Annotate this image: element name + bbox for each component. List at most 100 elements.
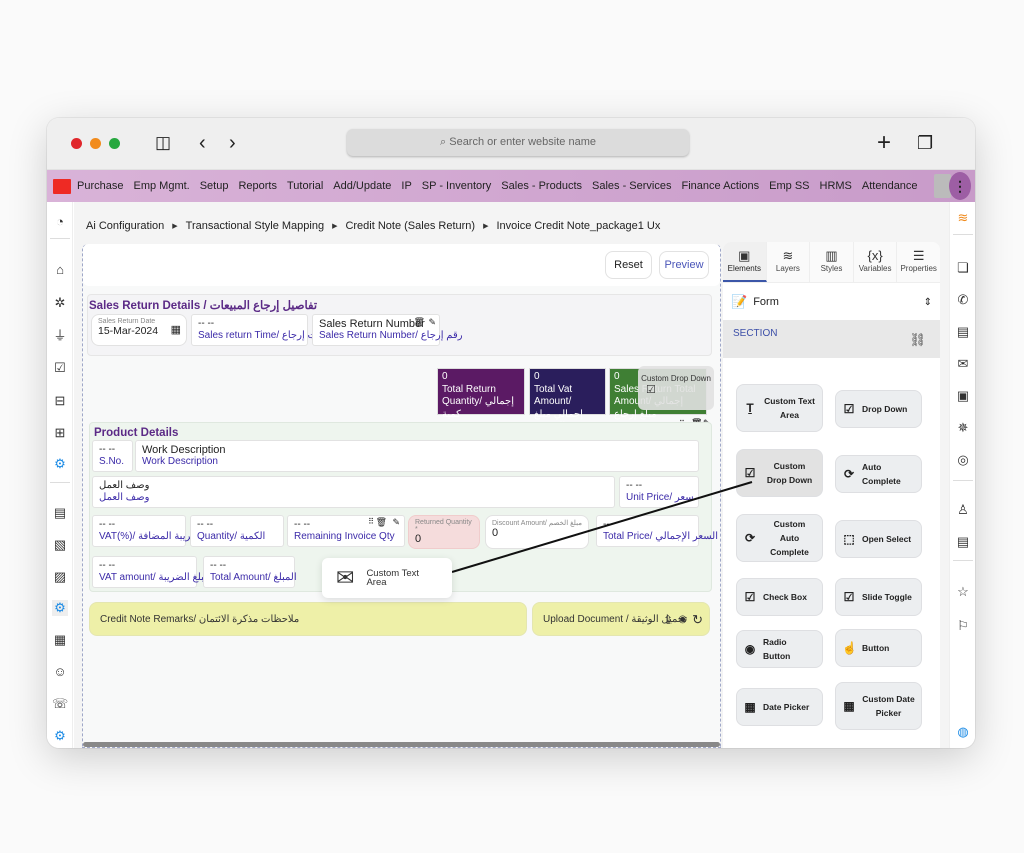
upload-document-field[interactable]: Upload Document / تحميل الوثيقة ⇪ ◉ ↻ [532,602,710,636]
phone-document-icon[interactable]: ☏ [52,696,68,712]
menu-sales-services[interactable]: Sales - Services [592,180,671,192]
element-drop-down[interactable]: ☑ Drop Down [835,390,922,428]
sales-return-number-field[interactable]: Sales Return Number Sales Return Number/… [312,314,463,346]
menu-setup[interactable]: Setup [200,180,229,192]
tabs-overview-icon[interactable]: ❐ [917,132,933,154]
store-icon[interactable]: ⊞ [52,425,68,441]
vat-percent-field[interactable]: -- -- VAT(%)/ الضريبة المضافة [92,515,206,547]
network-icon[interactable]: ✲ [52,295,68,311]
element-custom-date-picker[interactable]: ▦ Custom Date Picker [835,682,922,730]
work-description-field[interactable]: Work Description Work Description [135,440,699,472]
horizontal-scrollbar[interactable] [83,742,720,747]
briefcase-chart-icon[interactable]: ▨ [52,569,68,585]
menu-sp-inventory[interactable]: SP - Inventory [422,180,492,192]
element-date-picker[interactable]: ▦ Date Picker [736,688,823,726]
sales-return-time-field[interactable]: -- -- Sales return Time/ وقت إرجاع [191,314,327,346]
element-check-box[interactable]: ☑ Check Box [736,578,823,616]
unit-price-field[interactable]: -- -- Unit Price/ سعر [619,476,699,508]
sidebar-toggle-icon[interactable]: ◫ [155,132,171,154]
tab-layers[interactable]: ≋ Layers [767,242,811,282]
vat-amount-field[interactable]: -- -- VAT amount/ مبلغ الضريبة [92,556,209,588]
bookmark-icon[interactable]: ⚐ [955,618,971,634]
reset-button[interactable]: Reset [605,251,652,279]
tab-elements[interactable]: ▣ Elements [723,242,767,282]
new-tab-icon[interactable]: + [877,131,891,155]
breadcrumb-item[interactable]: Credit Note (Sales Return) [345,220,475,232]
element-open-select[interactable]: ⬚ Open Select [835,520,922,558]
wifi-icon[interactable]: ≋ [955,210,971,226]
total-price-field[interactable]: -- Total Price/ السعر الإجمالي [596,515,718,547]
element-custom-drop-down[interactable]: ☑ Custom Drop Down [736,449,823,497]
menu-reports[interactable]: Reports [238,180,277,192]
back-icon[interactable]: ‹ [199,132,206,154]
upload-icon[interactable]: ⇪ [663,603,673,637]
clipboard-check-icon[interactable]: ☑ [52,360,68,376]
breadcrumb-item[interactable]: Ai Configuration [86,220,164,232]
url-bar[interactable]: ⌕ Search or enter website name [347,129,689,156]
trash-icon[interactable]: 🗑 [376,517,387,528]
forward-icon[interactable]: › [229,132,236,154]
sno-field[interactable]: -- -- S.No. [92,440,133,472]
menu-emp-mgmt[interactable]: Emp Mgmt. [133,180,189,192]
tab-styles[interactable]: ▥ Styles [810,242,854,282]
satellite-icon[interactable]: ✵ [955,420,971,436]
home-icon[interactable]: ⌂ [52,262,68,278]
menu-sales-products[interactable]: Sales - Products [501,180,582,192]
menu-attendance[interactable]: Attendance [862,180,918,192]
video-icon[interactable]: ◎ [955,452,971,468]
discount-amount-field[interactable]: Discount Amount/ مبلغ الخصم 0 [485,515,589,549]
quantity-field[interactable]: -- -- Quantity/ الكمية [190,515,284,547]
chat-icon[interactable]: ❏ [955,260,971,276]
floating-custom-text-area[interactable]: ✉ Custom Text Area [322,558,452,598]
settings-chip-icon-2[interactable]: ⚙ [52,728,68,744]
menu-finance-actions[interactable]: Finance Actions [681,180,759,192]
calendar-icon[interactable]: ▤ [955,534,971,550]
box-icon[interactable]: ⊟ [52,393,68,409]
refresh-icon[interactable]: ↻ [692,603,703,637]
documents-icon[interactable]: ▤ [955,324,971,340]
form-selector[interactable]: 📝 Form ⇕ [723,287,940,317]
sales-return-date-field[interactable]: Sales Return Date 15-Mar-2024 ▦ [91,314,187,346]
menu-emp-ss[interactable]: Emp SS [769,180,809,192]
element-slide-toggle[interactable]: ☑ Slide Toggle [835,578,922,616]
work-description-arabic-field[interactable]: وصف العمل وصف العمل [92,476,615,508]
returned-quantity-field[interactable]: Returned Quantity * 0 [408,515,480,549]
menu-purchase[interactable]: Purchase [77,180,123,192]
credit-note-remarks-field[interactable]: Credit Note Remarks/ ملاحظات مذكرة الائت… [89,602,527,636]
element-auto-complete[interactable]: ⟳ Auto Complete [835,455,922,493]
tab-properties[interactable]: ☰ Properties [897,242,940,282]
preview-button[interactable]: Preview [659,251,709,279]
menu-hrms[interactable]: HRMS [820,180,852,192]
close-window-button[interactable] [71,138,82,149]
maximize-window-button[interactable] [109,138,120,149]
search-document-icon[interactable]: ▧ [52,537,68,553]
calendar-check-icon[interactable]: ▣ [955,388,971,404]
drag-handle-icon[interactable]: ⠿ [368,517,374,526]
plug-icon[interactable]: ⏚ [52,328,68,344]
mail-icon[interactable]: ✉ [955,356,971,372]
report-icon[interactable]: ▤ [52,505,68,521]
more-menu-button[interactable]: ⋮ [949,172,971,200]
element-button[interactable]: ☝ Button [835,629,922,667]
phone-icon[interactable]: ✆ [955,292,971,308]
total-amount-field[interactable]: -- -- Total Amount/ المبلغ [203,556,297,588]
element-radio-button[interactable]: ◉ Radio Button [736,630,823,668]
unlink-icon[interactable]: ⛓ [909,332,926,348]
menu-ip[interactable]: IP [401,180,411,192]
breadcrumb-item[interactable]: Transactional Style Mapping [186,220,324,232]
calculator-icon[interactable]: ▦ [52,632,68,648]
eye-icon[interactable]: ◉ [678,603,687,637]
menu-add-update[interactable]: Add/Update [333,180,391,192]
globe-notebook-icon[interactable]: ◍ [955,724,971,740]
edit-icon[interactable]: ✎ [392,517,400,528]
trash-icon[interactable]: 🗑 [414,317,425,328]
minimize-window-button[interactable] [90,138,101,149]
settings-chip-icon[interactable]: ⚙ [52,456,68,472]
bot-icon[interactable]: ☺ [52,664,68,680]
tab-variables[interactable]: {x} Variables [854,242,898,282]
calendar-icon[interactable]: ▦ [171,323,181,336]
edit-icon[interactable]: ✎ [428,317,436,328]
settings-chip-icon-active[interactable]: ⚙ [52,600,68,616]
element-custom-text-area[interactable]: Ṯ Custom Text Area [736,384,823,432]
star-icon[interactable]: ☆ [955,584,971,600]
